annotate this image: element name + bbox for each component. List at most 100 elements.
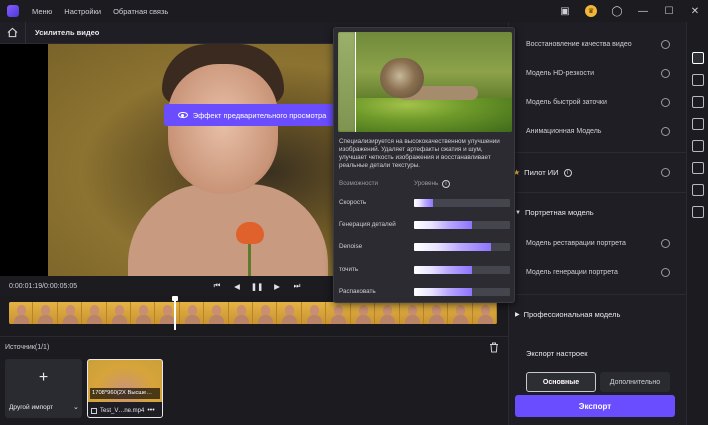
model-row-hd-sharpness[interactable]: Модель HD-резкости	[509, 59, 687, 88]
model-tooltip: Специализируется на высококачественном у…	[333, 27, 515, 303]
ai-pilot-label: Пилот ИИ	[524, 168, 559, 177]
timeline-thumb	[375, 302, 400, 324]
model-row-video-quality[interactable]: Восстановление качества видео	[509, 30, 687, 59]
radio-button[interactable]	[661, 40, 670, 49]
radio-button[interactable]	[661, 168, 670, 177]
feature-level-fill	[414, 288, 472, 296]
skip-forward-icon[interactable]: ⏭	[287, 281, 307, 291]
timeline-thumb	[277, 302, 302, 324]
radio-button[interactable]	[661, 69, 670, 78]
grid-tool-icon[interactable]	[692, 118, 704, 130]
feature-level-bar	[414, 199, 510, 207]
sources-title: Источник(1/1)	[5, 344, 50, 351]
feature-name: Denoise	[339, 243, 363, 250]
media-card[interactable]: 1708*960(2X Высше… Test_V…ne.mp4 •••	[87, 359, 163, 418]
radio-button[interactable]	[661, 98, 670, 107]
home-icon[interactable]	[0, 21, 26, 44]
feature-name: точить	[339, 266, 359, 273]
portrait-body	[128, 184, 328, 276]
trash-icon[interactable]	[489, 342, 499, 353]
skip-back-icon[interactable]: ⏮	[207, 281, 227, 291]
feature-level-fill	[414, 266, 472, 274]
model-row-portrait-generate[interactable]: Модель генерации портрета	[509, 258, 687, 287]
timeline-thumb	[423, 302, 449, 324]
export-settings-title: Экспорт настроек	[526, 349, 588, 358]
menu-item-settings[interactable]: Настройки	[64, 7, 101, 16]
step-forward-icon[interactable]: ▶	[267, 282, 287, 291]
adjust-tool-icon[interactable]	[692, 74, 704, 86]
minimize-icon[interactable]: —	[630, 0, 656, 22]
info-icon: i	[442, 180, 450, 188]
video-enhancer-tool-icon[interactable]	[692, 52, 704, 64]
radio-button[interactable]	[661, 127, 670, 136]
portrait-section-label: Портретная модель	[524, 208, 594, 217]
timeline-thumb	[204, 302, 229, 324]
model-label: Модель HD-резкости	[526, 70, 595, 77]
film-icon	[91, 407, 97, 414]
tooltip-description: Специализируется на высококачественном у…	[339, 138, 500, 169]
feature-level-bar	[414, 288, 510, 296]
portrait-face	[168, 64, 278, 194]
model-row-fast-sharpen[interactable]: Модель быстрой заточки	[509, 88, 687, 117]
other-import-card[interactable]: + Другой импорт ⌄	[5, 359, 82, 418]
timeline-thumb	[472, 302, 497, 324]
chevron-down-icon[interactable]: ⌄	[73, 403, 79, 411]
menu-item-feedback[interactable]: Обратная связь	[113, 7, 168, 16]
caret-right-icon: ▶	[515, 312, 520, 318]
close-icon[interactable]: ✕	[682, 0, 708, 22]
edit-tool-icon[interactable]	[692, 140, 704, 152]
frame-tool-icon[interactable]	[692, 184, 704, 196]
timeline-thumb	[179, 302, 205, 324]
portrait-section-header[interactable]: ▼ Портретная модель	[509, 192, 687, 232]
eye-icon	[177, 112, 188, 118]
pro-section-label: Профессиональная модель	[523, 310, 621, 319]
feature-level-fill	[414, 243, 491, 251]
model-row-portrait-restore[interactable]: Модель реставрации портрета	[509, 229, 687, 258]
model-label: Восстановление качества видео	[526, 41, 632, 48]
model-row-animation[interactable]: Анимационная Модель	[509, 117, 687, 146]
screen-icon[interactable]: ▣	[552, 0, 578, 22]
info-icon[interactable]: i	[563, 168, 572, 177]
level-column-header: Уровень	[414, 180, 439, 187]
export-tool-icon[interactable]	[692, 206, 704, 218]
sources-panel: Источник(1/1) + Другой импорт ⌄ 1708*960…	[0, 336, 508, 425]
before-region	[338, 32, 355, 132]
media-file-name: Test_V…ne.mp4	[100, 407, 145, 414]
feature-row: Генерация деталей	[339, 219, 511, 231]
timeline-thumb	[350, 302, 376, 324]
media-name-bar: Test_V…ne.mp4 •••	[88, 402, 162, 417]
timeline-thumb	[399, 302, 424, 324]
export-button[interactable]: Экспорт	[515, 395, 675, 417]
features-column-header: Возможности	[339, 180, 379, 187]
eraser-tool-icon[interactable]	[692, 162, 704, 174]
title-bar: Меню Настройки Обратная связь ▣ ♛ ◯ — ☐ …	[0, 0, 708, 22]
pause-icon[interactable]: ❚❚	[247, 282, 267, 291]
tab-advanced[interactable]: Дополнительно	[600, 372, 670, 392]
page-title: Усилитель видео	[35, 28, 100, 37]
timeline-thumb	[9, 302, 34, 324]
compare-divider	[355, 32, 356, 132]
model-panel: Восстановление качества видео Модель HD-…	[508, 22, 687, 425]
playhead[interactable]	[172, 296, 178, 330]
radio-button[interactable]	[661, 239, 670, 248]
crown-icon[interactable]: ♛	[578, 0, 604, 22]
preview-effect-button[interactable]: Эффект предварительного просмотра	[164, 104, 340, 126]
step-back-icon[interactable]: ◀	[227, 282, 247, 291]
ai-pilot-row[interactable]: ★ Пилот ИИ i	[509, 152, 687, 192]
model-label: Модель генерации портрета	[526, 269, 618, 276]
timeline-thumb	[57, 302, 83, 324]
moss-area	[338, 98, 512, 132]
flower	[236, 222, 264, 244]
radio-button[interactable]	[661, 268, 670, 277]
restore-tool-icon[interactable]	[692, 96, 704, 108]
timeline-thumb	[82, 302, 107, 324]
user-icon[interactable]: ◯	[604, 0, 630, 22]
preview-effect-label: Эффект предварительного просмотра	[192, 110, 327, 120]
tab-basic[interactable]: Основные	[526, 372, 596, 392]
model-label: Модель реставрации портрета	[526, 240, 626, 247]
menu-item-menu[interactable]: Меню	[32, 7, 52, 16]
maximize-icon[interactable]: ☐	[656, 0, 682, 22]
timeline-strip[interactable]	[9, 302, 497, 324]
pro-section-header[interactable]: ▶ Профессиональная модель	[509, 294, 687, 334]
more-icon[interactable]: •••	[147, 407, 154, 414]
